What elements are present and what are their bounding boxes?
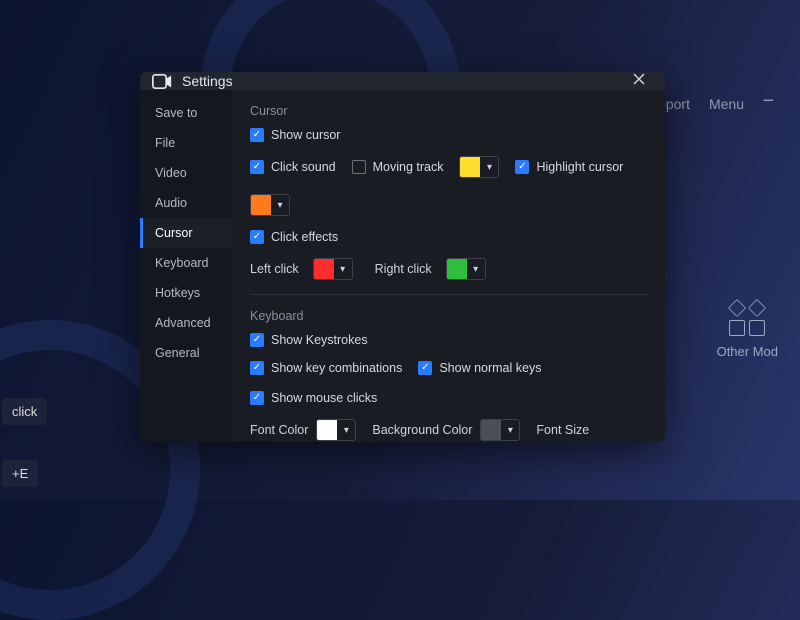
section-title-cursor: Cursor	[250, 104, 647, 118]
chk-show-cursor[interactable]: Show cursor	[250, 128, 340, 142]
left-click-label: Left click	[250, 262, 299, 276]
sidebar-item-cursor[interactable]: Cursor	[140, 218, 232, 248]
modal-title: Settings	[182, 73, 233, 89]
checkbox-icon	[515, 160, 529, 174]
bg-chip-shortcut: +E	[2, 460, 38, 487]
sidebar-item-general[interactable]: General	[140, 338, 232, 368]
sidebar-item-save-to[interactable]: Save to	[140, 98, 232, 128]
color-left-click[interactable]	[313, 258, 353, 280]
chevron-down-icon	[480, 162, 498, 173]
app-icon	[152, 74, 172, 89]
settings-modal: Settings Save to File Video Audio Cursor…	[140, 72, 665, 442]
chevron-down-icon	[337, 425, 355, 436]
chk-label: Show Keystrokes	[271, 333, 368, 347]
checkbox-icon	[250, 230, 264, 244]
section-title-keyboard: Keyboard	[250, 309, 647, 323]
chk-label: Moving track	[373, 160, 444, 174]
sidebar-item-video[interactable]: Video	[140, 158, 232, 188]
checkbox-icon	[250, 160, 264, 174]
chk-label: Highlight cursor	[536, 160, 623, 174]
checkbox-icon	[250, 391, 264, 405]
chevron-down-icon	[501, 425, 519, 436]
color-swatch	[251, 194, 271, 216]
chk-highlight-cursor[interactable]: Highlight cursor	[515, 160, 623, 174]
color-right-click[interactable]	[446, 258, 486, 280]
chk-label: Show cursor	[271, 128, 340, 142]
sidebar-item-hotkeys[interactable]: Hotkeys	[140, 278, 232, 308]
chevron-down-icon	[271, 200, 289, 211]
right-click-label: Right click	[375, 262, 432, 276]
chk-show-keystrokes[interactable]: Show Keystrokes	[250, 333, 368, 347]
sidebar-item-file[interactable]: File	[140, 128, 232, 158]
sidebar-item-audio[interactable]: Audio	[140, 188, 232, 218]
sidebar-item-keyboard[interactable]: Keyboard	[140, 248, 232, 278]
color-font[interactable]	[316, 419, 356, 441]
chk-label: Click sound	[271, 160, 336, 174]
chevron-down-icon	[467, 264, 485, 275]
bg-other-label: Other Mod	[717, 344, 778, 359]
settings-sidebar: Save to File Video Audio Cursor Keyboard…	[140, 90, 232, 442]
close-button[interactable]	[625, 72, 653, 90]
chk-label: Show mouse clicks	[271, 391, 377, 405]
chk-click-sound[interactable]: Click sound	[250, 160, 336, 174]
color-moving-track[interactable]	[459, 156, 499, 178]
chk-show-mouse-clicks[interactable]: Show mouse clicks	[250, 391, 377, 405]
bg-minimize-icon: −	[762, 90, 774, 113]
chk-label: Show key combinations	[271, 361, 402, 375]
chk-label: Click effects	[271, 230, 338, 244]
color-swatch	[317, 419, 337, 441]
font-color-label: Font Color	[250, 423, 308, 437]
close-icon	[633, 73, 645, 85]
bg-other-mode: Other Mod	[717, 300, 778, 359]
bg-chip-click: click	[2, 398, 47, 425]
chk-label: Show normal keys	[439, 361, 541, 375]
checkbox-icon	[418, 361, 432, 375]
color-swatch	[481, 419, 501, 441]
divider	[250, 294, 647, 295]
chevron-down-icon	[334, 264, 352, 275]
bg-color-label: Background Color	[372, 423, 472, 437]
checkbox-icon	[250, 333, 264, 347]
color-swatch	[460, 156, 480, 178]
checkbox-icon	[352, 160, 366, 174]
color-highlight-cursor[interactable]	[250, 194, 290, 216]
sidebar-item-advanced[interactable]: Advanced	[140, 308, 232, 338]
chk-show-normal-keys[interactable]: Show normal keys	[418, 361, 541, 375]
chk-moving-track[interactable]: Moving track	[352, 160, 444, 174]
chk-click-effects[interactable]: Click effects	[250, 230, 338, 244]
bg-menu-label: Menu	[709, 96, 744, 112]
checkbox-icon	[250, 361, 264, 375]
color-swatch	[447, 258, 467, 280]
chk-show-combos[interactable]: Show key combinations	[250, 361, 402, 375]
font-size-label: Font Size	[536, 423, 589, 437]
settings-pane: Cursor Show cursor Click sound Moving tr…	[232, 90, 665, 442]
checkbox-icon	[250, 128, 264, 142]
titlebar: Settings	[140, 72, 665, 90]
color-bg[interactable]	[480, 419, 520, 441]
color-swatch	[314, 258, 334, 280]
